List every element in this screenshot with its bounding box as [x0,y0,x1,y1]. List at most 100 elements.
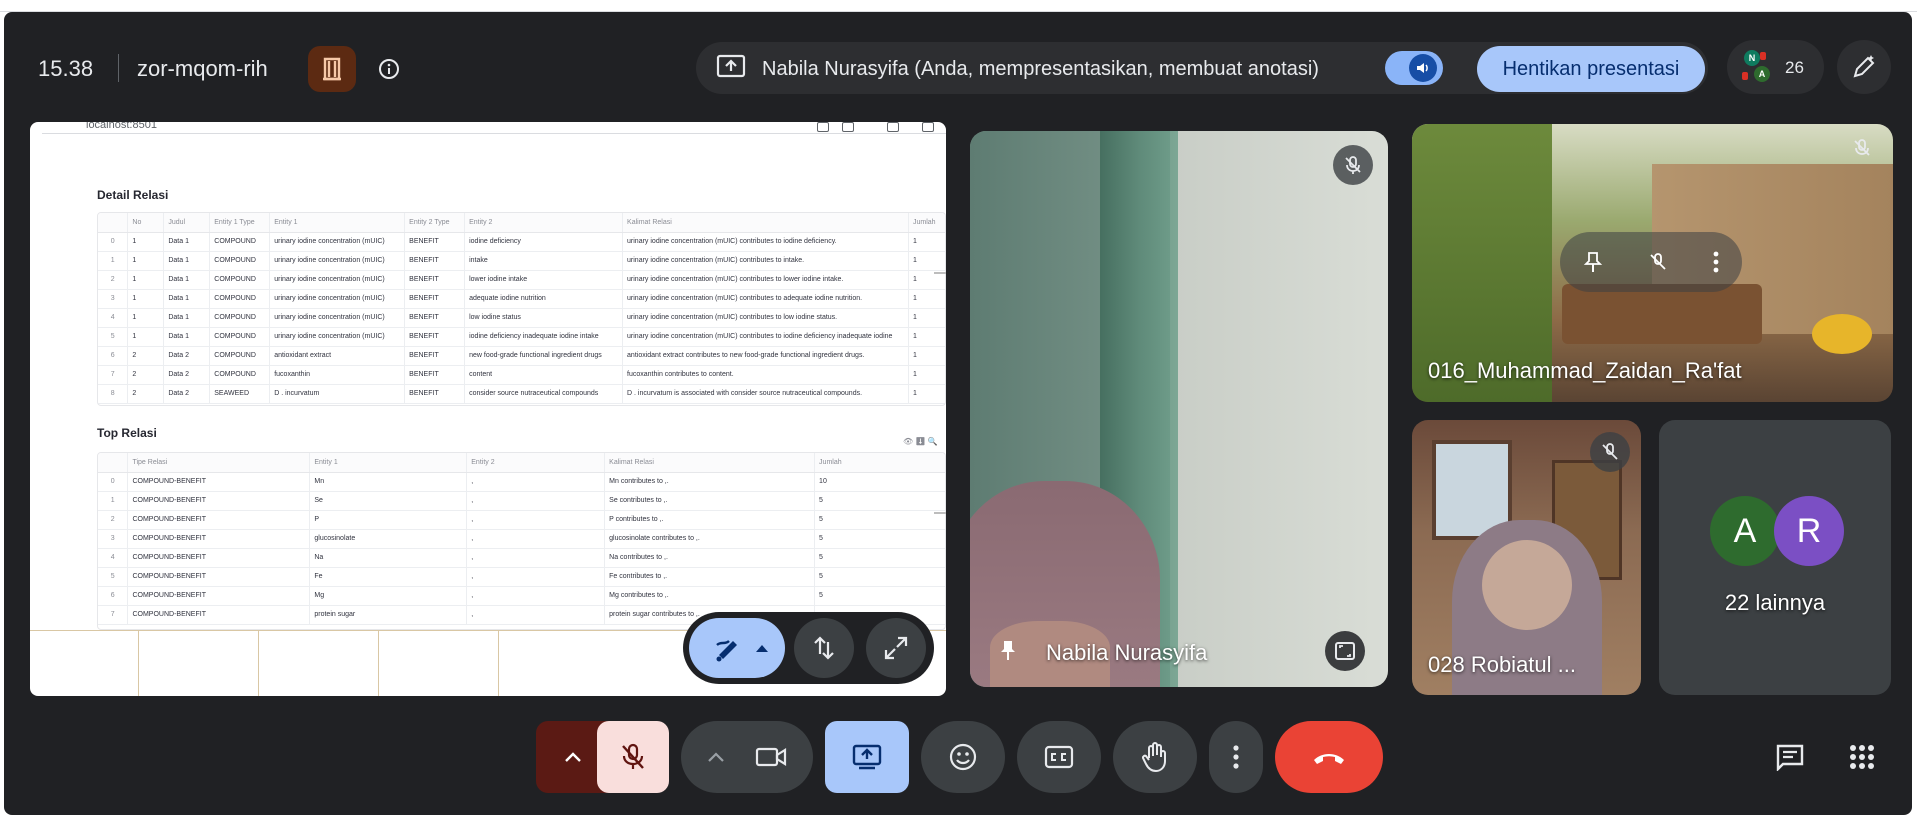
table-cell: , [466,548,606,568]
chevron-up-icon[interactable] [707,751,725,763]
row-index: 3 [98,529,129,549]
column-header[interactable]: Entity 1 [269,213,406,233]
table-row[interactable]: 0 COMPOUND-BENEFIT Mn, Mn contributes to ,.… [98,472,945,492]
table-row[interactable]: 1 1 Data 1 COMPOUND urinary iodine concentra… [98,251,945,271]
table-cell: BENEFIT [404,327,466,347]
mic-off-mini-icon [1742,72,1748,80]
table-cell: Se [309,491,468,511]
column-header[interactable]: Jumlah [908,213,945,233]
column-header[interactable]: Entity 2 [466,453,606,473]
present-now-button[interactable] [825,721,909,793]
table-cell: urinary iodine concentration (mUIC) [269,289,406,309]
swap-view-button[interactable] [794,618,854,678]
table-row[interactable]: 2 COMPOUND-BENEFIT P, P contributes to ,. 5 [98,510,945,530]
leave-call-button[interactable] [1275,721,1383,793]
table-cell: 5 [814,567,945,587]
column-header[interactable]: Kalimat Relasi [604,453,816,473]
activities-button[interactable] [1834,729,1890,785]
top-relasi-title: Top Relasi [97,426,157,440]
table-cell: Na [309,548,468,568]
table-row[interactable]: 4 COMPOUND-BENEFIT Na, Na contributes to ,.… [98,548,945,568]
table-cell: 1 [127,308,165,328]
column-header[interactable]: Jumlah [814,453,945,473]
table-row[interactable]: 2 1 Data 1 COMPOUND urinary iodine concentra… [98,270,945,290]
table-cell: COMPOUND-BENEFIT [127,586,311,606]
more-options-button[interactable] [1209,721,1263,793]
column-header[interactable]: Entity 2 Type [404,213,466,233]
raise-hand-button[interactable] [1113,721,1197,793]
column-header[interactable] [98,213,129,233]
table-cell: COMPOUND [209,232,271,252]
table-row[interactable]: 8 2 Data 2 SEAWEED D . incurvatum BENEFIT cons… [98,384,945,404]
stop-presenting-button[interactable]: Hentikan presentasi [1477,46,1705,92]
people-button[interactable] [1727,40,1824,94]
table-cell: urinary iodine concentration (mUIC) cont… [622,308,909,328]
table-cell: 1 [127,289,165,309]
table-row[interactable]: 0 1 Data 1 COMPOUND urinary iodine concentra… [98,232,945,252]
reactions-button[interactable] [921,721,1005,793]
table-cell: urinary iodine concentration (mUIC) cont… [622,232,909,252]
others-tile[interactable]: A R 22 lainnya [1659,420,1891,695]
table-cell: Data 1 [163,270,211,290]
mic-off-icon [622,743,644,769]
video-tile-participant[interactable]: 016_Muhammad_Zaidan_Ra'fat [1412,124,1893,402]
table-cell: 5 [814,586,945,606]
table-row[interactable]: 6 COMPOUND-BENEFIT Mg, Mg contributes to ,.… [98,586,945,606]
emoji-icon [949,743,977,771]
column-header[interactable]: Kalimat Relasi [622,213,909,233]
table-cell: lower iodine intake [464,270,624,290]
microphone-toggle-button[interactable] [597,721,669,793]
table-cell: BENEFIT [404,308,466,328]
table-row[interactable]: 5 1 Data 1 COMPOUND urinary iodine concentra… [98,327,945,347]
captions-button[interactable] [1017,721,1101,793]
table-cell: urinary iodine concentration (mUIC) [269,232,406,252]
expand-button[interactable] [866,618,926,678]
video-tile-main[interactable]: Nabila Nurasyifa [970,131,1388,687]
column-header[interactable]: Judul [163,213,211,233]
column-header[interactable]: Entity 1 Type [209,213,271,233]
video-tile-participant[interactable]: 028 Robiatul ... [1412,420,1641,695]
table-cell: Mg [309,586,468,606]
row-index: 5 [98,567,129,587]
table-cell: 5 [814,491,945,511]
table-cell: Data 1 [163,327,211,347]
table-row[interactable]: 3 1 Data 1 COMPOUND urinary iodine concentra… [98,289,945,309]
triangle-up-icon[interactable] [755,643,769,653]
volume-icon [1409,54,1437,82]
table-row[interactable]: 1 COMPOUND-BENEFIT Se, Se contributes to ,.… [98,491,945,511]
mic-off-icon[interactable] [1648,252,1668,272]
breakout-room-button[interactable] [308,46,356,92]
table-cell: 1 [908,327,945,347]
grid-line [138,631,139,696]
camera-icon[interactable] [755,745,787,769]
pin-icon [998,639,1018,666]
more-vert-icon[interactable] [1713,251,1719,273]
meeting-info-button[interactable] [374,54,404,84]
pen-sparkle-icon [1853,55,1875,78]
present-screen-icon [716,53,746,86]
column-header[interactable]: Entity 1 [309,453,468,473]
mic-off-icon [1345,156,1361,174]
annotate-button[interactable] [689,618,785,678]
detail-relasi-table: No Judul Entity 1 Type Entity 1 Entity 2 Typ… [97,212,946,406]
table-row[interactable]: 5 COMPOUND-BENEFIT Fe, Fe contributes to ,.… [98,567,945,587]
row-index: 6 [98,346,129,366]
table-row[interactable]: 4 1 Data 1 COMPOUND urinary iodine concentra… [98,308,945,328]
table-cell: 10 [814,472,945,492]
table-cell: , [466,491,606,511]
frame-toggle-button[interactable] [1325,631,1365,671]
table-row[interactable]: 3 COMPOUND-BENEFIT glucosinolate, glucosino… [98,529,945,549]
table-cell: COMPOUND-BENEFIT [127,491,311,511]
column-header[interactable]: Tipe Relasi [127,453,311,473]
column-header[interactable]: Entity 2 [464,213,624,233]
table-row[interactable]: 7 2 Data 2 COMPOUND fucoxanthin BENEFIT conten… [98,365,945,385]
column-header[interactable]: No [127,213,165,233]
pin-icon[interactable] [1583,251,1603,273]
column-header[interactable] [98,453,129,473]
row-index: 5 [98,327,129,347]
chat-button[interactable] [1762,729,1818,785]
table-cell: COMPOUND [209,251,271,271]
table-row[interactable]: 6 2 Data 2 COMPOUND antioxidant extract BENEF… [98,346,945,366]
host-controls-button[interactable] [1837,40,1891,94]
table-cell: Mn contributes to ,. [604,472,816,492]
